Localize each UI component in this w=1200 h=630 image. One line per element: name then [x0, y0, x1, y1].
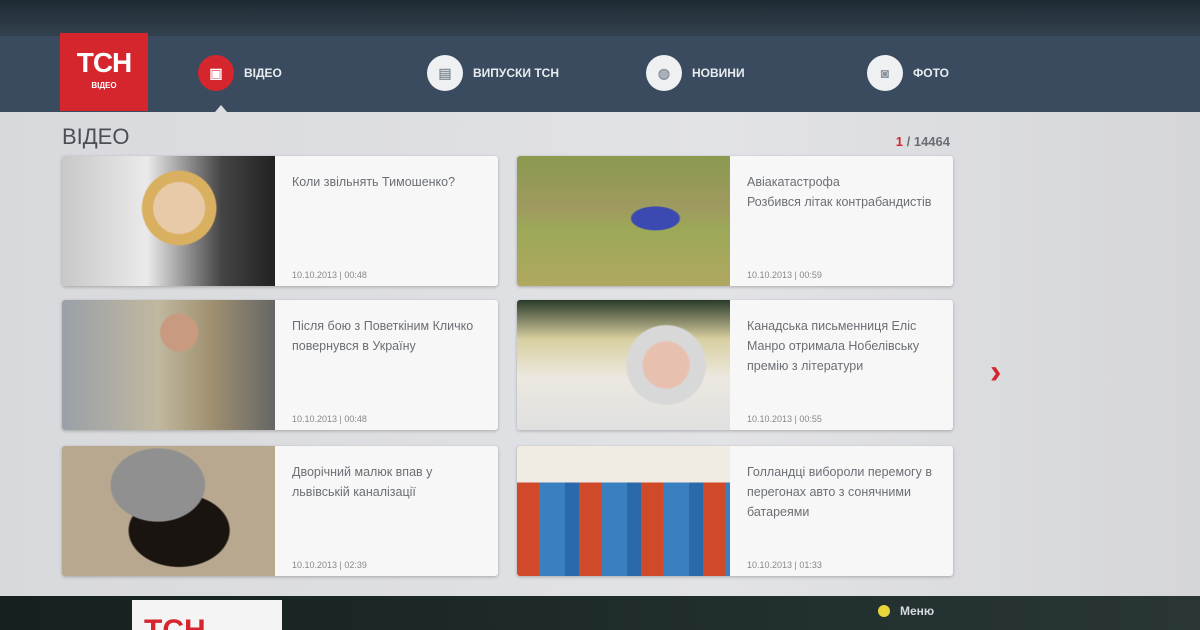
video-card[interactable]: Після бою з Поветкіним Кличко повернувся…: [62, 300, 498, 430]
top-nav: [0, 36, 1200, 112]
nav-photo[interactable]: ◙ ФОТО: [867, 55, 949, 91]
video-card[interactable]: Авіакатастрофа Розбився літак контрабанди…: [517, 156, 953, 286]
page-counter: 1 / 14464: [895, 134, 950, 149]
video-thumbnail: [62, 446, 275, 576]
tsn-logo[interactable]: ТСН ВІДЕО: [60, 33, 148, 111]
video-thumbnail: [517, 156, 730, 286]
camera-icon: ◙: [867, 55, 903, 91]
video-card[interactable]: Коли звільнять Тимошенко? 10.10.2013 | 0…: [62, 156, 498, 286]
news-icon: ◍: [646, 55, 682, 91]
menu-button[interactable]: Меню: [878, 604, 934, 618]
next-page-chevron-icon[interactable]: ›: [990, 353, 1001, 392]
video-thumbnail: [517, 300, 730, 430]
video-thumbnail: [62, 300, 275, 430]
video-thumbnail: [62, 156, 275, 286]
video-card[interactable]: Канадська письменниця Еліс Манро отримал…: [517, 300, 953, 430]
nav-news[interactable]: ◍ НОВИНИ: [646, 55, 745, 91]
active-indicator: [215, 105, 227, 112]
video-thumbnail: [517, 446, 730, 576]
page-title: ВІДЕО: [62, 124, 130, 149]
tv-bezel: [0, 0, 1200, 36]
channel-logo: ТСН: [132, 600, 282, 630]
nav-video[interactable]: ▣ ВІДЕО: [198, 55, 282, 91]
video-icon: ▣: [198, 55, 234, 91]
yellow-button-icon: [878, 605, 890, 617]
video-card[interactable]: Голландці вибороли перемогу в перегонах …: [517, 446, 953, 576]
nav-episodes[interactable]: ▤ ВИПУСКИ ТСН: [427, 55, 559, 91]
video-card[interactable]: Дворічний малюк впав у львівській каналі…: [62, 446, 498, 576]
episodes-icon: ▤: [427, 55, 463, 91]
